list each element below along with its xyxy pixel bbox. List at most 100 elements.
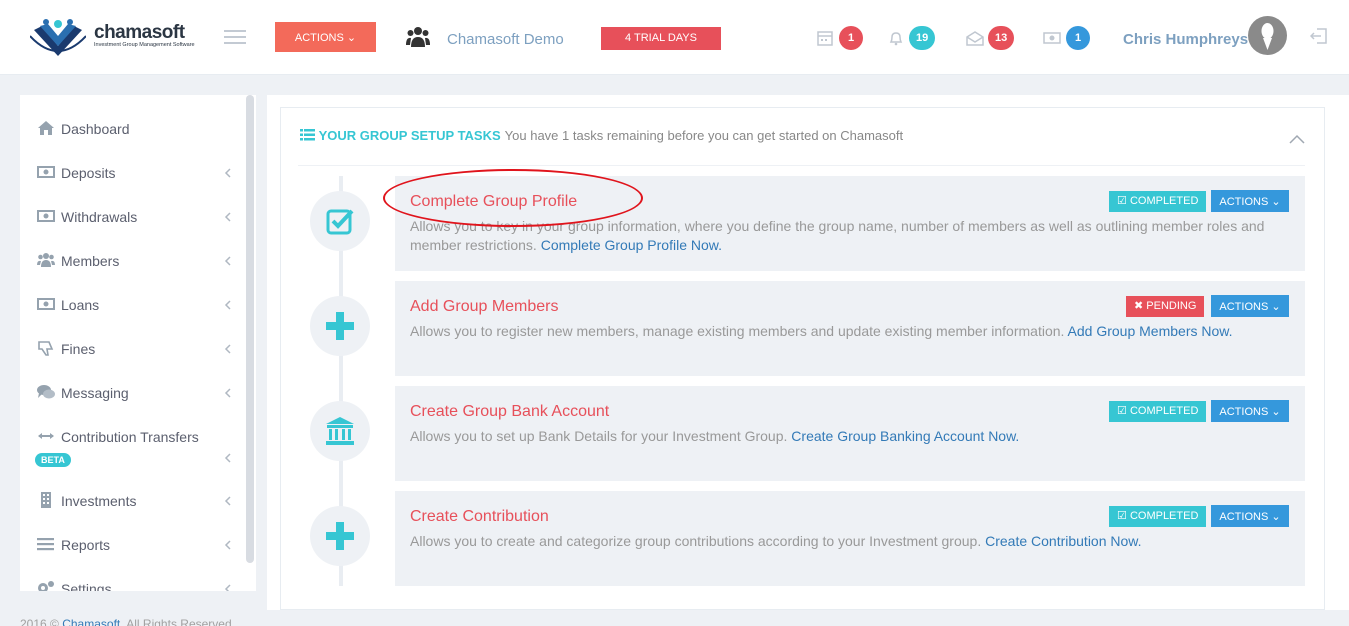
timeline-badge	[310, 506, 370, 566]
sidebar-item-reports[interactable]: Reports	[20, 524, 246, 564]
timeline-badge	[310, 296, 370, 356]
logout-icon[interactable]	[1310, 27, 1328, 45]
plus-icon	[326, 522, 354, 550]
chevron-left-icon	[224, 256, 231, 266]
user-name[interactable]: Chris Humphreys	[1123, 31, 1248, 48]
task-title[interactable]: Create Group Bank Account	[410, 403, 609, 421]
collapse-chevron-up-icon[interactable]	[1289, 134, 1305, 144]
sidebar-scrollbar[interactable]	[246, 95, 254, 563]
task-link[interactable]: Create Contribution Now.	[985, 533, 1141, 549]
portlet-subtitle: You have 1 tasks remaining before you ca…	[504, 128, 904, 143]
sidebar-item-investments[interactable]: Investments	[20, 480, 246, 520]
calendar-icon	[817, 31, 833, 46]
envelope-count-badge: 13	[988, 26, 1015, 50]
check-square-icon: ☑	[1117, 195, 1127, 207]
group-name[interactable]: Chamasoft Demo	[447, 31, 564, 48]
beta-badge: BETA	[35, 453, 71, 467]
sidebar: Dashboard Deposits Withdrawals Members L…	[20, 95, 256, 591]
bell-notification[interactable]: 19	[888, 26, 942, 50]
trial-days-badge[interactable]: 4 TRIAL DAYS	[601, 27, 721, 50]
timeline-badge	[310, 191, 370, 251]
list-icon	[37, 538, 54, 551]
envelope-icon	[966, 31, 984, 46]
chevron-down-icon: ⌄	[346, 31, 357, 44]
money-notification[interactable]: 1	[1043, 26, 1093, 50]
group-users-icon	[406, 27, 430, 47]
bank-icon	[326, 417, 354, 445]
task-title[interactable]: Create Contribution	[410, 508, 549, 526]
check-square-icon: ☑	[1117, 405, 1127, 417]
chamasoft-logo[interactable]: chamasoft Investment Group Management So…	[29, 16, 200, 60]
plus-icon	[326, 312, 354, 340]
task-actions-button[interactable]: ACTIONS ⌄	[1211, 505, 1289, 527]
task-description: Allows you to register new members, mana…	[410, 323, 1233, 339]
task-description: Allows you to create and categorize grou…	[410, 533, 1142, 549]
chevron-left-icon	[224, 168, 231, 178]
menu-toggle-icon[interactable]	[224, 30, 246, 44]
chevron-left-icon	[224, 344, 231, 354]
home-icon	[38, 121, 54, 135]
chevron-left-icon	[224, 453, 231, 463]
task-item: Add Group Members Allows you to register…	[395, 281, 1305, 376]
sidebar-item-contribution-transfers[interactable]: Contribution Transfers BETA	[20, 416, 246, 480]
sidebar-item-withdrawals[interactable]: Withdrawals	[20, 196, 246, 236]
sidebar-item-fines[interactable]: Fines	[20, 328, 246, 368]
money-icon	[37, 210, 55, 222]
status-badge: ☑ COMPLETED	[1109, 506, 1207, 527]
task-item: Create Contribution Allows you to create…	[395, 491, 1305, 586]
task-link[interactable]: Create Group Banking Account Now.	[791, 428, 1019, 444]
top-header: chamasoft Investment Group Management So…	[0, 0, 1349, 75]
task-actions-button[interactable]: ACTIONS ⌄	[1211, 400, 1289, 422]
money-icon	[1043, 32, 1061, 44]
cogs-icon	[38, 581, 54, 591]
logo-tagline: Investment Group Management Software	[94, 42, 195, 48]
task-link[interactable]: Add Group Members Now.	[1068, 323, 1233, 339]
sidebar-item-settings[interactable]: Settings	[20, 568, 246, 591]
timeline-badge	[310, 401, 370, 461]
task-item: Create Group Bank Account Allows you to …	[395, 386, 1305, 481]
bell-icon	[889, 32, 903, 46]
sidebar-item-deposits[interactable]: Deposits	[20, 152, 246, 192]
money-icon	[37, 166, 55, 178]
header-actions-button[interactable]: ACTIONS ⌄	[275, 22, 376, 52]
calendar-notification[interactable]: 1	[817, 26, 867, 50]
user-avatar[interactable]	[1248, 16, 1287, 55]
task-actions-button[interactable]: ACTIONS ⌄	[1211, 190, 1289, 212]
chevron-down-icon: ⌄	[1271, 300, 1281, 313]
money-count-badge: 1	[1066, 26, 1090, 50]
close-icon: ✖	[1134, 300, 1144, 312]
portlet-divider	[298, 165, 1305, 166]
chevron-down-icon: ⌄	[1271, 405, 1281, 418]
footer-link[interactable]: Chamasoft	[62, 617, 120, 626]
check-square-icon: ☑	[1117, 510, 1127, 522]
sidebar-item-dashboard[interactable]: Dashboard	[20, 108, 246, 148]
status-badge: ☑ COMPLETED	[1109, 401, 1207, 422]
task-title[interactable]: Add Group Members	[410, 298, 559, 316]
sidebar-item-messaging[interactable]: Messaging	[20, 372, 246, 412]
money-icon	[37, 298, 55, 310]
bell-count-badge: 19	[909, 26, 936, 50]
chevron-down-icon: ⌄	[1271, 510, 1281, 523]
chevron-left-icon	[224, 584, 231, 591]
exchange-icon	[38, 433, 54, 439]
chevron-left-icon	[224, 388, 231, 398]
user-silhouette-icon	[1261, 23, 1274, 50]
users-icon	[37, 253, 55, 267]
chevron-left-icon	[224, 540, 231, 550]
portlet-title: YOUR GROUP SETUP TASKS You have 1 tasks r…	[300, 128, 903, 143]
task-actions-button[interactable]: ACTIONS ⌄	[1211, 295, 1289, 317]
sidebar-item-loans[interactable]: Loans	[20, 284, 246, 324]
calendar-count-badge: 1	[839, 26, 863, 50]
status-badge: ✖ PENDING	[1126, 296, 1205, 317]
chevron-left-icon	[224, 212, 231, 222]
chevron-left-icon	[224, 496, 231, 506]
thumbs-down-icon	[38, 341, 54, 356]
task-link[interactable]: Complete Group Profile Now.	[541, 237, 722, 253]
sidebar-item-members[interactable]: Members	[20, 240, 246, 280]
status-badge: ☑ COMPLETED	[1109, 191, 1207, 212]
annotation-highlight-oval	[383, 169, 643, 227]
logo-emblem-icon	[29, 19, 87, 56]
envelope-notification[interactable]: 13	[966, 26, 1020, 50]
comments-icon	[37, 385, 55, 399]
list-icon	[300, 129, 315, 141]
